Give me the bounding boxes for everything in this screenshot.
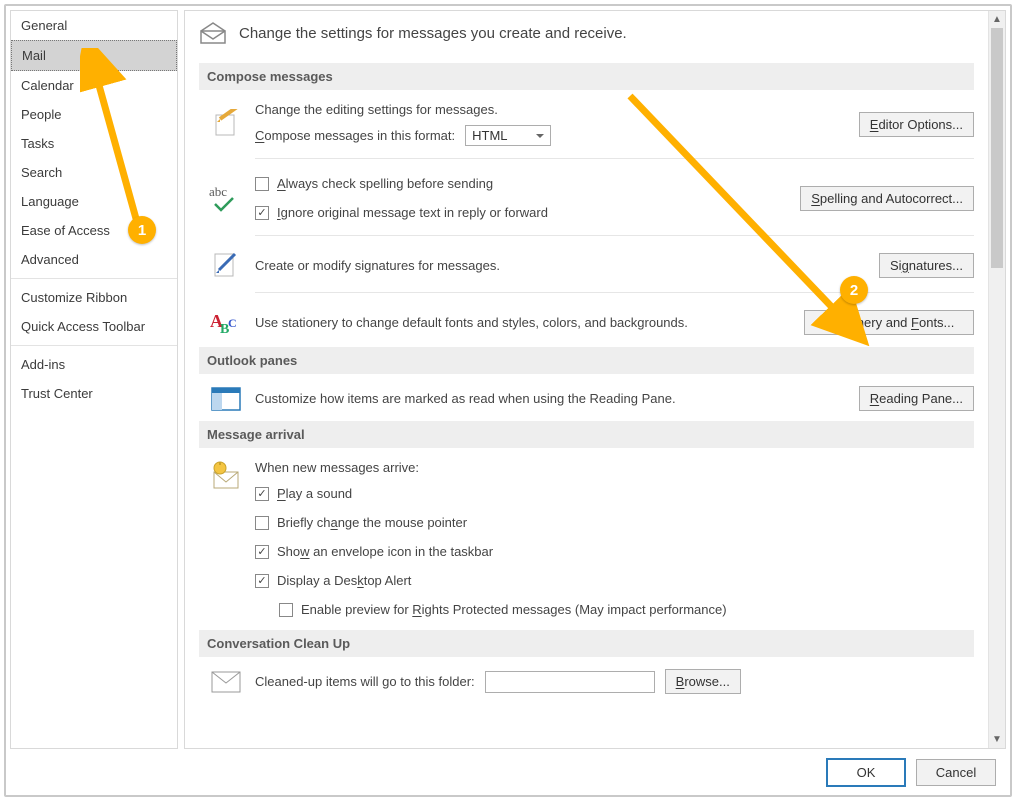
checkbox-unchecked-icon [279,603,293,617]
compose-format-label: Compose messages in this format: [255,128,455,143]
signature-icon [209,250,243,280]
display-alert-label: Display a Desktop Alert [277,573,411,588]
display-alert-row[interactable]: ✓ Display a Desktop Alert [255,570,974,591]
scrollbar-thumb[interactable] [991,28,1003,268]
checkbox-unchecked-icon [255,177,269,191]
page-header: Change the settings for messages you cre… [199,21,974,45]
sidebar-item-advanced[interactable]: Advanced [11,245,177,274]
section-head-arrival: Message arrival [199,421,974,448]
checkbox-checked-icon: ✓ [255,487,269,501]
page-title: Change the settings for messages you cre… [239,25,627,42]
envelope-open-icon [199,21,227,45]
edit-icon [209,109,243,139]
annotation-badge-2: 2 [840,276,868,304]
scroll-up-icon[interactable]: ▲ [989,11,1005,28]
ok-button[interactable]: OK [826,758,906,787]
cancel-button[interactable]: Cancel [916,759,996,786]
briefly-change-label: Briefly change the mouse pointer [277,515,467,530]
compose-format-select[interactable]: HTML [465,125,551,146]
spellcheck-icon: abc [209,184,243,212]
dialog-footer: OK Cancel [6,749,1010,795]
sidebar-item-quick-access-toolbar[interactable]: Quick Access Toolbar [11,312,177,341]
bell-icon [209,460,243,492]
options-main-panel: Change the settings for messages you cre… [184,10,1006,749]
sidebar-item-customize-ribbon[interactable]: Customize Ribbon [11,283,177,312]
reading-pane-icon [209,387,243,411]
checkbox-unchecked-icon [255,516,269,530]
cleanup-text: Cleaned-up items will go to this folder: [255,674,475,689]
play-sound-row[interactable]: ✓ Play a sound [255,483,974,504]
svg-text:abc: abc [209,184,227,199]
cleanup-folder-input[interactable] [485,671,655,693]
svg-text:C: C [228,316,237,330]
annotation-arrow-2 [620,86,880,346]
briefly-change-row[interactable]: Briefly change the mouse pointer [255,512,974,533]
scroll-down-icon[interactable]: ▼ [989,731,1005,748]
signatures-button[interactable]: Signatures... [879,253,974,278]
section-arrival: When new messages arrive: ✓ Play a sound… [199,456,974,630]
play-sound-label: Play a sound [277,486,352,501]
ignore-original-label: Ignore original message text in reply or… [277,205,548,220]
stationery-icon: A B C [209,307,243,337]
sidebar-item-general[interactable]: General [11,11,177,40]
show-envelope-row[interactable]: ✓ Show an envelope icon in the taskbar [255,541,974,562]
section-cleanup: Cleaned-up items will go to this folder:… [199,665,974,704]
show-envelope-label: Show an envelope icon in the taskbar [277,544,493,559]
vertical-scrollbar[interactable]: ▲ ▼ [988,11,1005,748]
section-panes: Customize how items are marked as read w… [199,382,974,421]
section-head-panes: Outlook panes [199,347,974,374]
enable-preview-label: Enable preview for Rights Protected mess… [301,602,727,617]
arrival-intro: When new messages arrive: [255,460,974,475]
checkbox-checked-icon: ✓ [255,574,269,588]
sidebar-separator [11,345,177,346]
always-spell-label: Always check spelling before sending [277,176,493,191]
section-head-cleanup: Conversation Clean Up [199,630,974,657]
checkbox-checked-icon: ✓ [255,206,269,220]
panes-text: Customize how items are marked as read w… [255,391,847,406]
reading-pane-button[interactable]: Reading Pane... [859,386,974,411]
annotation-badge-1: 1 [128,216,156,244]
browse-button[interactable]: Browse... [665,669,741,694]
sidebar-item-add-ins[interactable]: Add-ins [11,350,177,379]
envelope-icon [209,671,243,693]
checkbox-checked-icon: ✓ [255,545,269,559]
sidebar-separator [11,278,177,279]
enable-preview-row[interactable]: Enable preview for Rights Protected mess… [255,599,974,620]
sidebar-item-trust-center[interactable]: Trust Center [11,379,177,408]
